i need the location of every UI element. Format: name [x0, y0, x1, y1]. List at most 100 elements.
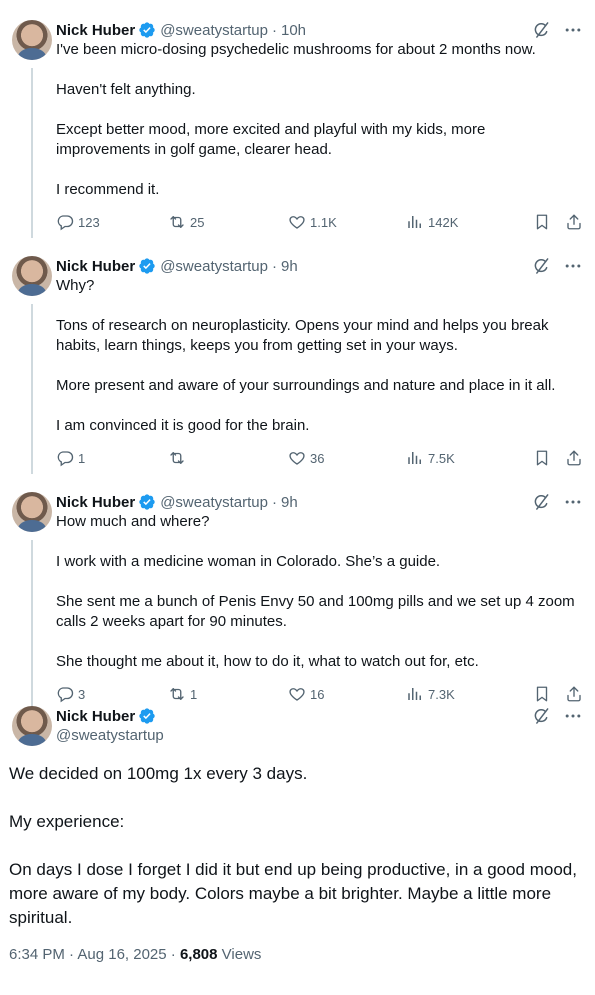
author-name[interactable]: Nick Huber	[56, 258, 135, 275]
like-button[interactable]: 1.1K	[288, 213, 406, 231]
author-name[interactable]: Nick Huber	[56, 22, 135, 39]
tweet-paragraph: She thought me about it, how to do it, w…	[56, 653, 479, 670]
action-bar-end	[533, 213, 583, 231]
like-count: 36	[310, 450, 325, 466]
more-icon[interactable]	[563, 20, 583, 40]
heart-icon	[288, 449, 306, 467]
tweet-paragraph: More present and aware of your surroundi…	[56, 377, 556, 394]
tweet-paragraph: Except better mood, more excited and pla…	[56, 121, 486, 158]
share-icon	[565, 213, 583, 231]
author-handle[interactable]: @sweatystartup	[56, 726, 583, 746]
tweet-time[interactable]: 9h	[281, 258, 298, 275]
grok-icon[interactable]	[531, 256, 551, 276]
thread-line	[31, 68, 33, 238]
tweet-header: Nick Huber @sweatystartup · 10h	[56, 20, 583, 40]
views-button[interactable]: 142K	[406, 213, 524, 231]
tweet-time[interactable]: 10h	[281, 22, 306, 39]
thread-line	[31, 540, 33, 710]
reply-count: 123	[78, 214, 100, 230]
repost-count: 25	[190, 214, 205, 230]
repost-icon	[168, 449, 186, 467]
action-bar: 1 36 7.5K	[56, 448, 583, 468]
reply-button[interactable]: 123	[56, 213, 168, 231]
thread-tweet[interactable]: Nick Huber @sweatystartup · 9h How much …	[0, 468, 595, 710]
heart-icon	[288, 213, 306, 231]
thread-tweet[interactable]: Nick Huber @sweatystartup · 10h I've bee…	[0, 0, 595, 238]
author-handle[interactable]: @sweatystartup	[160, 22, 268, 39]
author-handle[interactable]: @sweatystartup	[160, 494, 268, 511]
tweet-paragraph: How much and where?	[56, 513, 210, 530]
tweet-content: Nick Huber @sweatystartup · 10h I've bee…	[56, 20, 583, 232]
like-button[interactable]: 16	[288, 685, 406, 703]
more-icon[interactable]	[563, 492, 583, 512]
views-count: 6,808	[179, 946, 218, 963]
repost-button[interactable]: 1	[168, 685, 288, 703]
grok-icon[interactable]	[531, 20, 551, 40]
verified-badge-icon[interactable]	[138, 257, 156, 275]
author-name[interactable]: Nick Huber	[56, 708, 135, 725]
main-paragraph: On days I dose I forget I did it but end…	[9, 860, 577, 927]
share-button[interactable]	[565, 449, 583, 467]
author-block: Nick Huber @sweatystartup	[56, 706, 583, 746]
views-icon	[406, 685, 424, 703]
tweet-paragraph: I am convinced it is good for the brain.	[56, 417, 310, 434]
reply-count: 3	[78, 686, 86, 702]
repost-icon	[168, 685, 186, 703]
more-icon[interactable]	[563, 256, 583, 276]
tweet-paragraph: Why?	[56, 277, 95, 294]
reply-button[interactable]: 3	[56, 685, 168, 703]
share-icon	[565, 685, 583, 703]
share-button[interactable]	[565, 685, 583, 703]
grok-icon[interactable]	[531, 706, 551, 726]
share-button[interactable]	[565, 213, 583, 231]
bookmark-icon	[533, 449, 551, 467]
name-row: Nick Huber	[56, 706, 583, 726]
action-bar-end	[533, 685, 583, 703]
thread-tweet[interactable]: Nick Huber @sweatystartup · 9h Why? Tons …	[0, 232, 595, 474]
view-count: 7.3K	[428, 686, 455, 702]
view-count: 142K	[428, 214, 459, 230]
author-name[interactable]: Nick Huber	[56, 494, 135, 511]
header-icons	[531, 20, 583, 40]
timestamp[interactable]: 6:34 PM · Aug 16, 2025 ·	[9, 946, 180, 963]
action-bar: 123 25 1.1K 142K	[56, 212, 583, 232]
verified-badge-icon[interactable]	[138, 493, 156, 511]
reply-icon	[56, 685, 74, 703]
avatar[interactable]	[12, 706, 52, 746]
author-handle[interactable]: @sweatystartup	[160, 258, 268, 275]
view-count: 7.5K	[428, 450, 455, 466]
tweet-paragraph: She sent me a bunch of Penis Envy 50 and…	[56, 593, 575, 630]
action-bar-end	[533, 449, 583, 467]
avatar-column	[8, 256, 56, 474]
bookmark-button[interactable]	[533, 213, 551, 231]
bookmark-button[interactable]	[533, 449, 551, 467]
tweet-paragraph: I recommend it.	[56, 181, 160, 198]
thread-line	[31, 304, 33, 474]
avatar[interactable]	[12, 20, 52, 60]
views-button[interactable]: 7.3K	[406, 685, 524, 703]
share-icon	[565, 449, 583, 467]
more-icon[interactable]	[563, 706, 583, 726]
verified-badge-icon[interactable]	[138, 21, 156, 39]
bookmark-icon	[533, 685, 551, 703]
tweet-text: I've been micro-dosing psychedelic mushr…	[56, 40, 583, 200]
reply-icon	[56, 449, 74, 467]
heart-icon	[288, 685, 306, 703]
views-icon	[406, 213, 424, 231]
views-label: Views	[217, 946, 262, 963]
tweet-time[interactable]: 9h	[281, 494, 298, 511]
like-button[interactable]: 36	[288, 449, 406, 467]
bookmark-button[interactable]	[533, 685, 551, 703]
main-tweet-text: We decided on 100mg 1x every 3 days. My …	[8, 762, 583, 930]
main-paragraph: We decided on 100mg 1x every 3 days.	[9, 764, 308, 783]
reply-icon	[56, 213, 74, 231]
grok-icon[interactable]	[531, 492, 551, 512]
repost-button[interactable]: 25	[168, 213, 288, 231]
reply-button[interactable]: 1	[56, 449, 168, 467]
main-tweet: Nick Huber @sweatystartup We decided on …	[0, 706, 595, 963]
repost-button[interactable]	[168, 449, 288, 467]
verified-badge-icon[interactable]	[138, 707, 156, 725]
views-button[interactable]: 7.5K	[406, 449, 524, 467]
avatar[interactable]	[12, 256, 52, 296]
avatar[interactable]	[12, 492, 52, 532]
